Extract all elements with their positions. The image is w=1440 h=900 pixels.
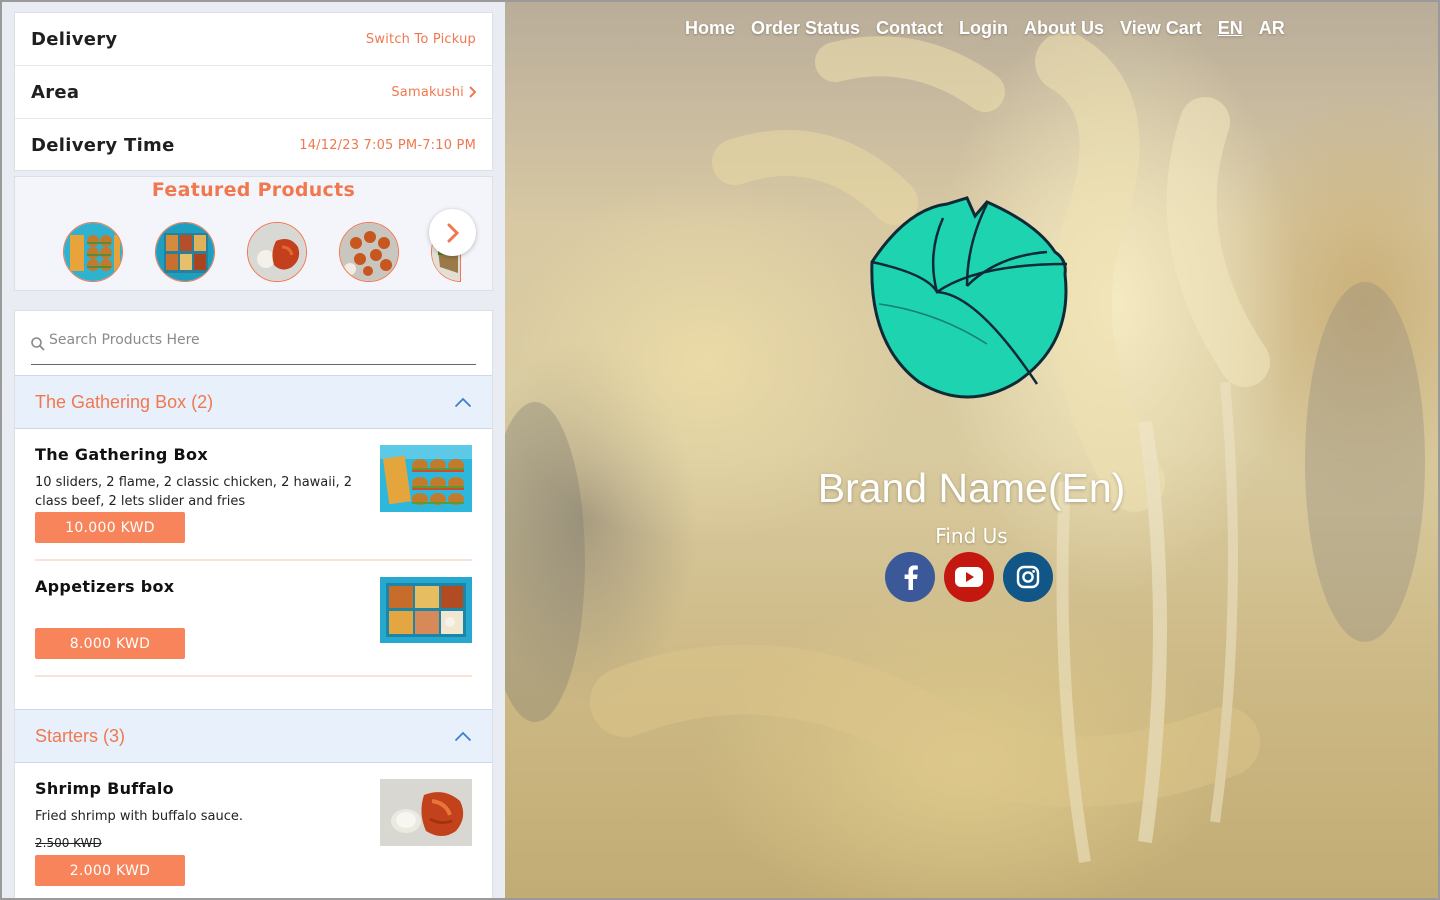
language-ar[interactable]: AR xyxy=(1259,18,1285,39)
nav-contact[interactable]: Contact xyxy=(876,18,943,39)
nav-order-status[interactable]: Order Status xyxy=(751,18,860,39)
delivery-mode-row: Delivery Switch To Pickup xyxy=(15,13,492,66)
social-links xyxy=(885,552,1053,602)
delivery-time-value[interactable]: 14/12/23 7:05 PM-7:10 PM xyxy=(299,138,476,153)
product-item[interactable]: Appetizers box 8.000 KWD xyxy=(35,561,472,677)
nav-home[interactable]: Home xyxy=(685,18,735,39)
featured-product-thumb[interactable] xyxy=(155,222,215,282)
area-row[interactable]: Area Samakushi xyxy=(15,66,492,119)
add-to-cart-price-button[interactable]: 2.000 KWD xyxy=(35,855,185,886)
search-input[interactable] xyxy=(49,332,449,348)
category-header-starters[interactable]: Starters (3) xyxy=(15,709,492,763)
delivery-mode-label: Delivery xyxy=(31,28,118,50)
delivery-time-row[interactable]: Delivery Time 14/12/23 7:05 PM-7:10 PM xyxy=(15,119,492,172)
search-underline xyxy=(31,364,476,365)
delivery-time-label: Delivery Time xyxy=(31,135,175,156)
category-header-gathering-box[interactable]: The Gathering Box (2) xyxy=(15,375,492,429)
ordering-panel: Delivery Switch To Pickup Area Samakushi… xyxy=(2,2,505,898)
hero-background-image xyxy=(505,32,1425,863)
menu-list: The Gathering Box (2) The Gathering Box … xyxy=(14,310,493,898)
featured-products-carousel xyxy=(63,222,461,282)
product-old-price: 2.500 KWD xyxy=(35,836,102,850)
chevron-right-icon xyxy=(447,223,459,242)
category-spacer xyxy=(15,677,492,709)
product-description: Fried shrimp with buffalo sauce. xyxy=(35,809,243,824)
product-image[interactable] xyxy=(380,779,472,846)
featured-products-section: Featured Products xyxy=(14,176,493,291)
find-us-label: Find Us xyxy=(935,524,1008,548)
product-item[interactable]: The Gathering Box 10 sliders, 2 flame, 2… xyxy=(35,429,472,561)
youtube-icon[interactable] xyxy=(944,552,994,602)
nav-login[interactable]: Login xyxy=(959,18,1008,39)
chevron-right-icon xyxy=(469,86,476,98)
featured-product-thumb[interactable] xyxy=(339,222,399,282)
carousel-next-button[interactable] xyxy=(429,209,476,256)
product-name: The Gathering Box xyxy=(35,445,208,464)
area-selector[interactable]: Samakushi xyxy=(391,85,476,100)
product-image[interactable] xyxy=(380,445,472,512)
category-title: The Gathering Box (2) xyxy=(35,391,214,412)
area-label: Area xyxy=(31,81,80,103)
chevron-up-icon[interactable] xyxy=(454,731,472,742)
facebook-icon[interactable] xyxy=(885,552,935,602)
product-item[interactable]: Shrimp Buffalo Fried shrimp with buffalo… xyxy=(35,763,472,898)
featured-product-thumb[interactable] xyxy=(247,222,307,282)
nav-about-us[interactable]: About Us xyxy=(1024,18,1104,39)
search-bar xyxy=(15,311,492,375)
search-icon xyxy=(31,337,45,351)
chevron-up-icon[interactable] xyxy=(454,397,472,408)
order-info-card: Delivery Switch To Pickup Area Samakushi… xyxy=(14,12,493,171)
area-value: Samakushi xyxy=(391,84,464,100)
product-name: Appetizers box xyxy=(35,577,175,596)
product-description: 10 sliders, 2 flame, 2 classic chicken, … xyxy=(35,475,353,509)
product-image[interactable] xyxy=(380,577,472,643)
switch-to-pickup-link[interactable]: Switch To Pickup xyxy=(366,32,476,47)
product-name: Shrimp Buffalo xyxy=(35,779,174,798)
hero-section: Home Order Status Contact Login About Us… xyxy=(505,2,1438,898)
featured-product-thumb[interactable] xyxy=(63,222,123,282)
category-title: Starters (3) xyxy=(35,725,126,746)
add-to-cart-price-button[interactable]: 8.000 KWD xyxy=(35,628,185,659)
featured-products-title: Featured Products xyxy=(151,179,356,201)
brand-name: Brand Name(En) xyxy=(817,465,1126,511)
nav-view-cart[interactable]: View Cart xyxy=(1120,18,1202,39)
brand-logo xyxy=(870,196,1068,399)
instagram-icon[interactable] xyxy=(1003,552,1053,602)
language-en[interactable]: EN xyxy=(1218,18,1243,39)
add-to-cart-price-button[interactable]: 10.000 KWD xyxy=(35,512,185,543)
top-navigation: Home Order Status Contact Login About Us… xyxy=(685,18,1285,39)
